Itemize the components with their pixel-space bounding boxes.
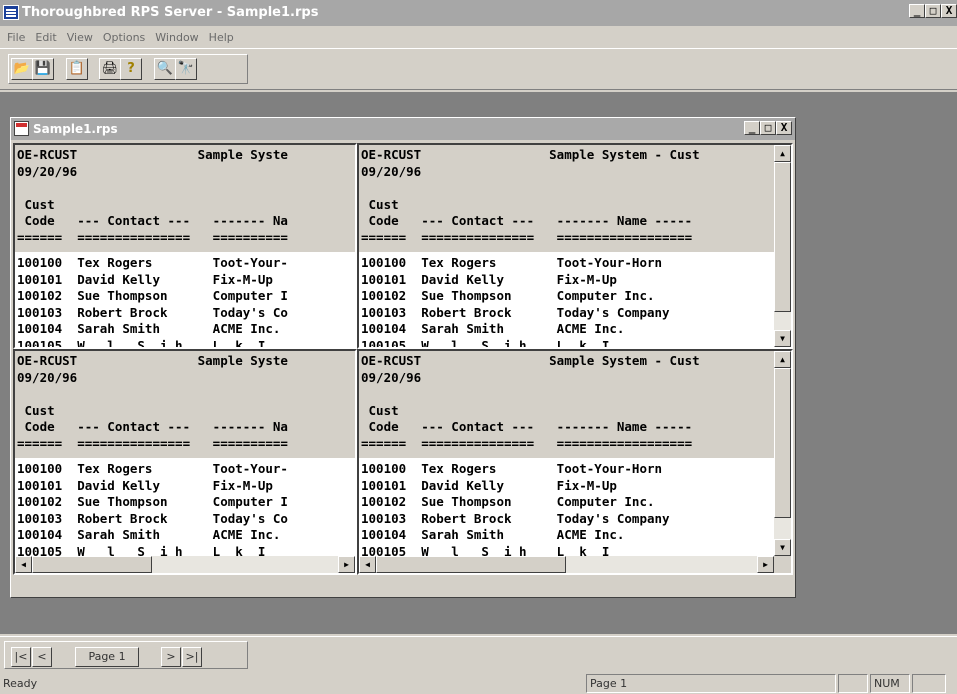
document-maximize-button[interactable]: □ xyxy=(760,121,776,135)
horizontal-scrollbar-right[interactable]: ◀ ▶ xyxy=(359,556,774,573)
scroll-right-icon[interactable]: ▶ xyxy=(757,556,774,573)
pane-body: 100100 Tex Rogers Toot-Your- 100101 Davi… xyxy=(15,252,355,347)
previous-page-button[interactable]: < xyxy=(32,647,52,667)
page-navigation-group: |< < Page 1 > >| xyxy=(4,641,248,669)
copy-icon[interactable]: 📋 xyxy=(66,58,88,80)
pane-header: OE-RCUST Sample Syste 09/20/96 Cust Code… xyxy=(15,351,355,458)
status-panel-blank xyxy=(912,674,946,693)
status-num: NUM xyxy=(870,674,910,693)
first-page-button[interactable]: |< xyxy=(11,647,31,667)
scroll-down-icon[interactable]: ▼ xyxy=(774,330,791,347)
report-header-text: OE-RCUST Sample System - Cust 09/20/96 C… xyxy=(361,353,700,451)
status-text: Ready xyxy=(3,677,38,690)
document-window-controls: _ □ X xyxy=(744,121,792,135)
report-pane-bottom-left[interactable]: OE-RCUST Sample Syste 09/20/96 Cust Code… xyxy=(13,349,357,575)
scroll-thumb[interactable] xyxy=(32,556,152,573)
report-pane-bottom-right[interactable]: OE-RCUST Sample System - Cust 09/20/96 C… xyxy=(357,349,793,575)
report-header-text: OE-RCUST Sample Syste 09/20/96 Cust Code… xyxy=(17,353,288,451)
pane-body: 100100 Tex Rogers Toot-Your-Horn 100101 … xyxy=(359,252,791,347)
menu-window[interactable]: Window xyxy=(150,31,203,44)
page-indicator: Page 1 xyxy=(75,647,139,667)
app-title: Thoroughbred RPS Server - Sample1.rps xyxy=(22,5,319,20)
report-rows-text: 100100 Tex Rogers Toot-Your-Horn 100101 … xyxy=(361,461,670,559)
app-title-bar: Thoroughbred RPS Server - Sample1.rps _ … xyxy=(0,0,957,26)
status-page: Page 1 xyxy=(586,674,836,693)
app-icon[interactable] xyxy=(3,5,19,20)
menu-view[interactable]: View xyxy=(62,31,98,44)
report-header-text: OE-RCUST Sample System - Cust 09/20/96 C… xyxy=(361,147,700,245)
document-title-bar: Sample1.rps _ □ X xyxy=(11,118,795,140)
report-pane-top-right[interactable]: OE-RCUST Sample System - Cust 09/20/96 C… xyxy=(357,143,793,349)
toolbar: 📂 💾 📋 🖨 ? 🔍 🔭 xyxy=(0,48,957,90)
maximize-button[interactable]: □ xyxy=(925,4,941,18)
pane-header: OE-RCUST Sample System - Cust 09/20/96 C… xyxy=(359,145,791,252)
menu-edit[interactable]: Edit xyxy=(30,31,61,44)
report-rows-text: 100100 Tex Rogers Toot-Your- 100101 Davi… xyxy=(17,255,288,349)
help-icon[interactable]: ? xyxy=(120,58,142,80)
document-close-button[interactable]: X xyxy=(776,121,792,135)
document-minimize-button[interactable]: _ xyxy=(744,121,760,135)
size-grip-icon[interactable] xyxy=(774,556,791,573)
vertical-scrollbar-top[interactable]: ▲ ▼ xyxy=(774,145,791,347)
report-rows-text: 100100 Tex Rogers Toot-Your- 100101 Davi… xyxy=(17,461,288,559)
save-icon[interactable]: 💾 xyxy=(32,58,54,80)
scroll-thumb[interactable] xyxy=(376,556,566,573)
document-window: Sample1.rps _ □ X OE-RCUST Sample Syste … xyxy=(10,117,796,598)
scroll-thumb[interactable] xyxy=(774,368,791,518)
open-icon[interactable]: 📂 xyxy=(11,58,33,80)
report-rows-text: 100100 Tex Rogers Toot-Your-Horn 100101 … xyxy=(361,255,670,349)
scroll-left-icon[interactable]: ◀ xyxy=(359,556,376,573)
print-icon[interactable]: 🖨 xyxy=(99,58,121,80)
scroll-thumb[interactable] xyxy=(774,162,791,312)
pane-header: OE-RCUST Sample System - Cust 09/20/96 C… xyxy=(359,351,791,458)
scroll-right-icon[interactable]: ▶ xyxy=(338,556,355,573)
find-icon[interactable]: 🔭 xyxy=(175,58,197,80)
vertical-scrollbar-bottom[interactable]: ▲ ▼ xyxy=(774,351,791,556)
document-title: Sample1.rps xyxy=(33,122,118,136)
close-button[interactable]: X xyxy=(941,4,957,18)
report-header-text: OE-RCUST Sample Syste 09/20/96 Cust Code… xyxy=(17,147,288,245)
menu-bar: File Edit View Options Window Help xyxy=(0,26,957,48)
menu-help[interactable]: Help xyxy=(204,31,239,44)
zoom-icon[interactable]: 🔍 xyxy=(154,58,176,80)
scroll-up-icon[interactable]: ▲ xyxy=(774,351,791,368)
window-controls: _ □ X xyxy=(909,4,957,18)
report-pane-top-left[interactable]: OE-RCUST Sample Syste 09/20/96 Cust Code… xyxy=(13,143,357,349)
scroll-left-icon[interactable]: ◀ xyxy=(15,556,32,573)
horizontal-scrollbar-left[interactable]: ◀ ▶ xyxy=(15,556,355,573)
scroll-up-icon[interactable]: ▲ xyxy=(774,145,791,162)
status-panel-blank xyxy=(838,674,868,693)
menu-file[interactable]: File xyxy=(2,31,30,44)
page-navigation-bar: |< < Page 1 > >| xyxy=(0,636,957,670)
pane-header: OE-RCUST Sample Syste 09/20/96 Cust Code… xyxy=(15,145,355,252)
next-page-button[interactable]: > xyxy=(161,647,181,667)
toolbar-group: 📂 💾 📋 🖨 ? 🔍 🔭 xyxy=(8,54,248,84)
document-icon[interactable] xyxy=(14,121,29,136)
minimize-button[interactable]: _ xyxy=(909,4,925,18)
scroll-down-icon[interactable]: ▼ xyxy=(774,539,791,556)
menu-options[interactable]: Options xyxy=(98,31,150,44)
status-bar: Ready Page 1 NUM xyxy=(0,672,957,694)
last-page-button[interactable]: >| xyxy=(182,647,202,667)
